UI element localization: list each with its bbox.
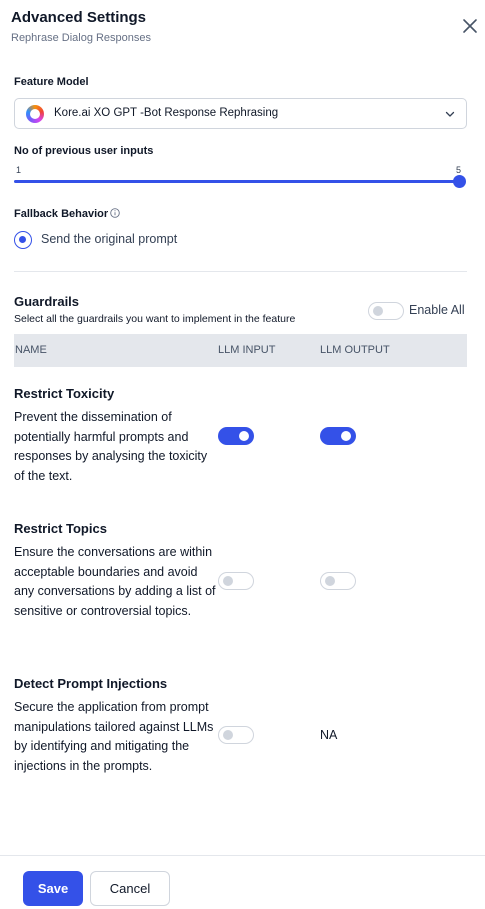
restrict-toxicity-llm-output-toggle[interactable]: [320, 427, 356, 445]
column-header-name: NAME: [15, 344, 47, 356]
row-title: Detect Prompt Injections: [14, 676, 168, 691]
dialog-title: Advanced Settings: [11, 9, 147, 26]
fallback-radio[interactable]: [14, 231, 32, 249]
slider-max-label: 5: [456, 165, 462, 175]
feature-model-label: Feature Model: [14, 76, 89, 88]
enable-all-label: Enable All: [409, 303, 465, 317]
guardrails-title: Guardrails: [14, 294, 80, 309]
previous-inputs-slider-thumb[interactable]: [453, 175, 466, 188]
dialog-subtitle: Rephrase Dialog Responses: [11, 32, 152, 44]
info-icon[interactable]: [110, 208, 120, 218]
close-icon: [463, 19, 477, 33]
llm-output-na: NA: [320, 728, 338, 742]
restrict-topics-llm-input-toggle[interactable]: [218, 572, 254, 590]
feature-model-value: Kore.ai XO GPT -Bot Response Rephrasing: [54, 107, 279, 119]
guardrails-table-header: NAME LLM INPUT LLM OUTPUT: [14, 334, 467, 367]
close-button[interactable]: [458, 14, 482, 38]
column-header-llm-input: LLM INPUT: [218, 344, 276, 356]
cancel-button[interactable]: Cancel: [90, 871, 170, 906]
guardrails-description: Select all the guardrails you want to im…: [14, 313, 296, 325]
feature-model-select[interactable]: Kore.ai XO GPT -Bot Response Rephrasing: [14, 98, 467, 129]
row-description: Prevent the dissemination of potentially…: [14, 410, 208, 483]
footer-divider: [0, 855, 485, 856]
column-header-llm-output: LLM OUTPUT: [320, 344, 390, 356]
row-description: Secure the application from prompt manip…: [14, 700, 214, 773]
slider-min-label: 1: [16, 165, 22, 175]
row-title: Restrict Toxicity: [14, 386, 115, 401]
dialog-header: Advanced Settings Rephrase Dialog Respon…: [0, 0, 485, 56]
restrict-topics-llm-output-toggle[interactable]: [320, 572, 356, 590]
previous-inputs-label: No of previous user inputs: [14, 145, 154, 157]
row-title: Restrict Topics: [14, 521, 107, 536]
detect-prompt-injections-llm-input-toggle[interactable]: [218, 726, 254, 744]
row-description: Ensure the conversations are within acce…: [14, 545, 216, 618]
chevron-down-icon: [445, 111, 455, 117]
save-button[interactable]: Save: [23, 871, 83, 906]
kore-logo-icon: [26, 105, 44, 123]
fallback-option-label[interactable]: Send the original prompt: [41, 232, 177, 246]
section-divider: [14, 271, 467, 272]
previous-inputs-slider-track[interactable]: [14, 180, 460, 183]
fallback-label: Fallback Behavior: [14, 208, 109, 220]
restrict-toxicity-llm-input-toggle[interactable]: [218, 427, 254, 445]
enable-all-toggle[interactable]: [368, 302, 404, 320]
